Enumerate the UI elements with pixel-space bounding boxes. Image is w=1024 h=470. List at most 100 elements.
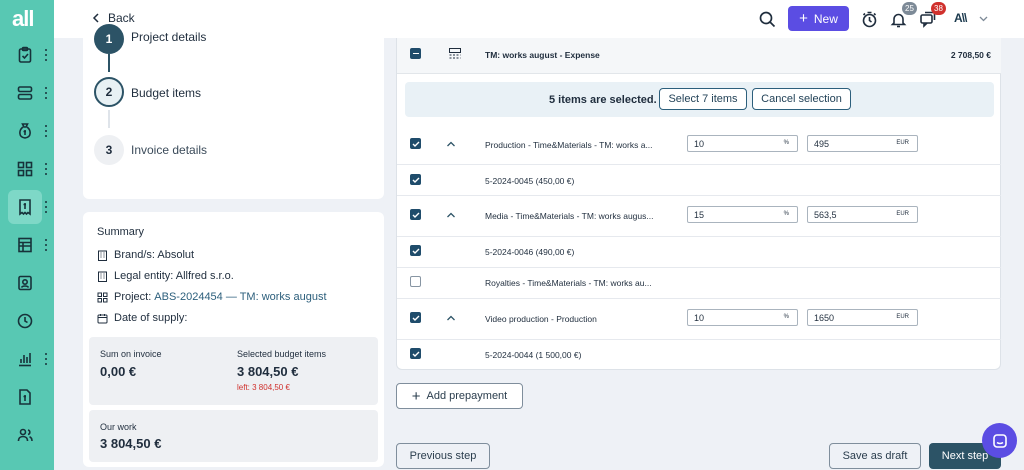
nav-contacts[interactable] [8, 266, 42, 300]
nav-more[interactable] [44, 353, 48, 365]
percent-input[interactable]: 15% [687, 206, 798, 223]
summary-card: Summary Brand/s: Absolut Legal entity: A… [83, 212, 384, 467]
brand-row: Brand/s: Absolut [97, 249, 194, 261]
row-checkbox[interactable] [410, 174, 421, 185]
date-of-supply-row: Date of supply: [97, 312, 187, 324]
nav-dashboard[interactable] [8, 152, 42, 186]
timer-button[interactable] [858, 8, 880, 30]
project-row: Project: ABS-2024454 — TM: works august [97, 291, 327, 303]
row-name: 5-2024-0046 (490,00 €) [485, 247, 575, 257]
building-icon [98, 250, 107, 261]
row-checkbox[interactable] [410, 312, 421, 323]
sum-on-invoice-value: 0,00 € [100, 364, 137, 379]
row-name: Royalties - Time&Materials - TM: works a… [485, 278, 652, 288]
search-button[interactable] [756, 8, 778, 30]
row-divider [397, 339, 1001, 340]
step-2-label[interactable]: Budget items [131, 86, 201, 100]
user-avatar: A\\ [954, 11, 967, 25]
new-label: New [813, 11, 838, 26]
chevron-up-icon[interactable] [446, 314, 456, 322]
amount-input[interactable]: 563,5 EUR [807, 206, 918, 223]
notifications-button[interactable]: 25 [887, 2, 917, 30]
nav-reports[interactable] [8, 228, 42, 262]
nav-billing[interactable] [8, 380, 42, 414]
select-all-button[interactable]: Select 7 items [659, 88, 747, 110]
save-draft-button[interactable]: Save as draft [829, 443, 921, 469]
nav-more[interactable] [44, 49, 48, 61]
clock-icon [17, 313, 33, 329]
step-3-circle: 3 [94, 135, 124, 165]
row-checkbox[interactable] [410, 276, 421, 287]
chevron-up-icon[interactable] [446, 140, 456, 148]
step-3-label[interactable]: Invoice details [131, 143, 207, 157]
our-work-box: Our work 3 804,50 € [89, 410, 378, 462]
layers-icon [17, 86, 33, 100]
row-divider [397, 164, 1001, 165]
nav-more[interactable] [44, 239, 48, 251]
step-1-circle: 1 [94, 24, 124, 54]
legal-entity-row: Legal entity: Allfred s.r.o. [97, 270, 234, 282]
user-menu[interactable]: A\\ [954, 11, 988, 25]
row-name: Production - Time&Materials - TM: works … [485, 140, 653, 150]
add-prepayment-label: Add prepayment [426, 390, 508, 402]
nav-timesheets[interactable] [8, 304, 42, 338]
row-checkbox[interactable] [410, 348, 421, 359]
contact-icon [18, 275, 32, 291]
back-button[interactable]: Back [92, 11, 135, 25]
messages-button[interactable]: 38 [916, 2, 946, 30]
steps-card: 1 Project details 2 Budget items 3 Invoi… [83, 24, 384, 199]
new-button[interactable]: + New [788, 6, 849, 31]
project-prefix: Project: [114, 291, 152, 303]
selected-items-label: Selected budget items [237, 349, 327, 359]
row-checkbox[interactable] [410, 138, 421, 149]
nav-tasks[interactable] [8, 38, 42, 72]
row-checkbox[interactable] [410, 245, 421, 256]
row-divider [397, 267, 1001, 268]
project-link[interactable]: ABS-2024454 — TM: works august [154, 291, 326, 303]
chevron-left-icon [92, 13, 99, 23]
row-divider [397, 195, 1001, 196]
expense-checkbox[interactable] [410, 48, 421, 59]
chevron-down-icon [979, 16, 988, 22]
row-name: Video production - Production [485, 314, 597, 324]
budget-items-panel: TM: works august - Expense 2 708,50 € 5 … [396, 38, 1001, 370]
legal-entity-text: Legal entity: Allfred s.r.o. [114, 270, 234, 282]
plus-icon: + [799, 10, 808, 27]
row-checkbox[interactable] [410, 209, 421, 220]
step-2-circle: 2 [94, 77, 124, 107]
document-dollar-icon [19, 389, 31, 405]
add-prepayment-button[interactable]: + Add prepayment [396, 383, 523, 409]
plus-icon: + [411, 387, 421, 405]
nav-more[interactable] [44, 125, 48, 137]
nav-more[interactable] [44, 201, 48, 213]
row-name: 5-2024-0044 (1 500,00 €) [485, 350, 582, 360]
step-connector [108, 54, 110, 72]
amount-input[interactable]: 1650 EUR [807, 309, 918, 326]
cancel-selection-button[interactable]: Cancel selection [752, 88, 851, 110]
nav-analytics[interactable] [8, 342, 42, 376]
amount-input[interactable]: 495 EUR [807, 135, 918, 152]
row-name: Media - Time&Materials - TM: works augus… [485, 211, 654, 221]
nav-users[interactable] [8, 418, 42, 452]
nav-more[interactable] [44, 163, 48, 175]
notifications-badge: 25 [902, 2, 917, 15]
nav-budgets[interactable] [8, 114, 42, 148]
chevron-up-icon[interactable] [446, 211, 456, 219]
nav-more[interactable] [44, 87, 48, 99]
app-logo[interactable]: all [12, 6, 34, 32]
back-label: Back [108, 11, 135, 25]
row-name: 5-2024-0045 (450,00 €) [485, 176, 575, 186]
step-1-label[interactable]: Project details [131, 30, 206, 44]
nav-projects[interactable] [8, 76, 42, 110]
support-chat-button[interactable] [982, 423, 1017, 458]
percent-input[interactable]: 10% [687, 135, 798, 152]
percent-input[interactable]: 10% [687, 309, 798, 326]
clipboard-check-icon [18, 46, 32, 63]
expense-header-row: TM: works august - Expense 2 708,50 € [397, 38, 1001, 74]
sum-on-invoice-label: Sum on invoice [100, 349, 162, 359]
chat-bubble-icon [992, 433, 1007, 448]
nav-invoices[interactable] [8, 190, 42, 224]
users-icon [17, 428, 33, 442]
sidebar: all [0, 0, 54, 470]
previous-step-button[interactable]: Previous step [396, 443, 490, 469]
